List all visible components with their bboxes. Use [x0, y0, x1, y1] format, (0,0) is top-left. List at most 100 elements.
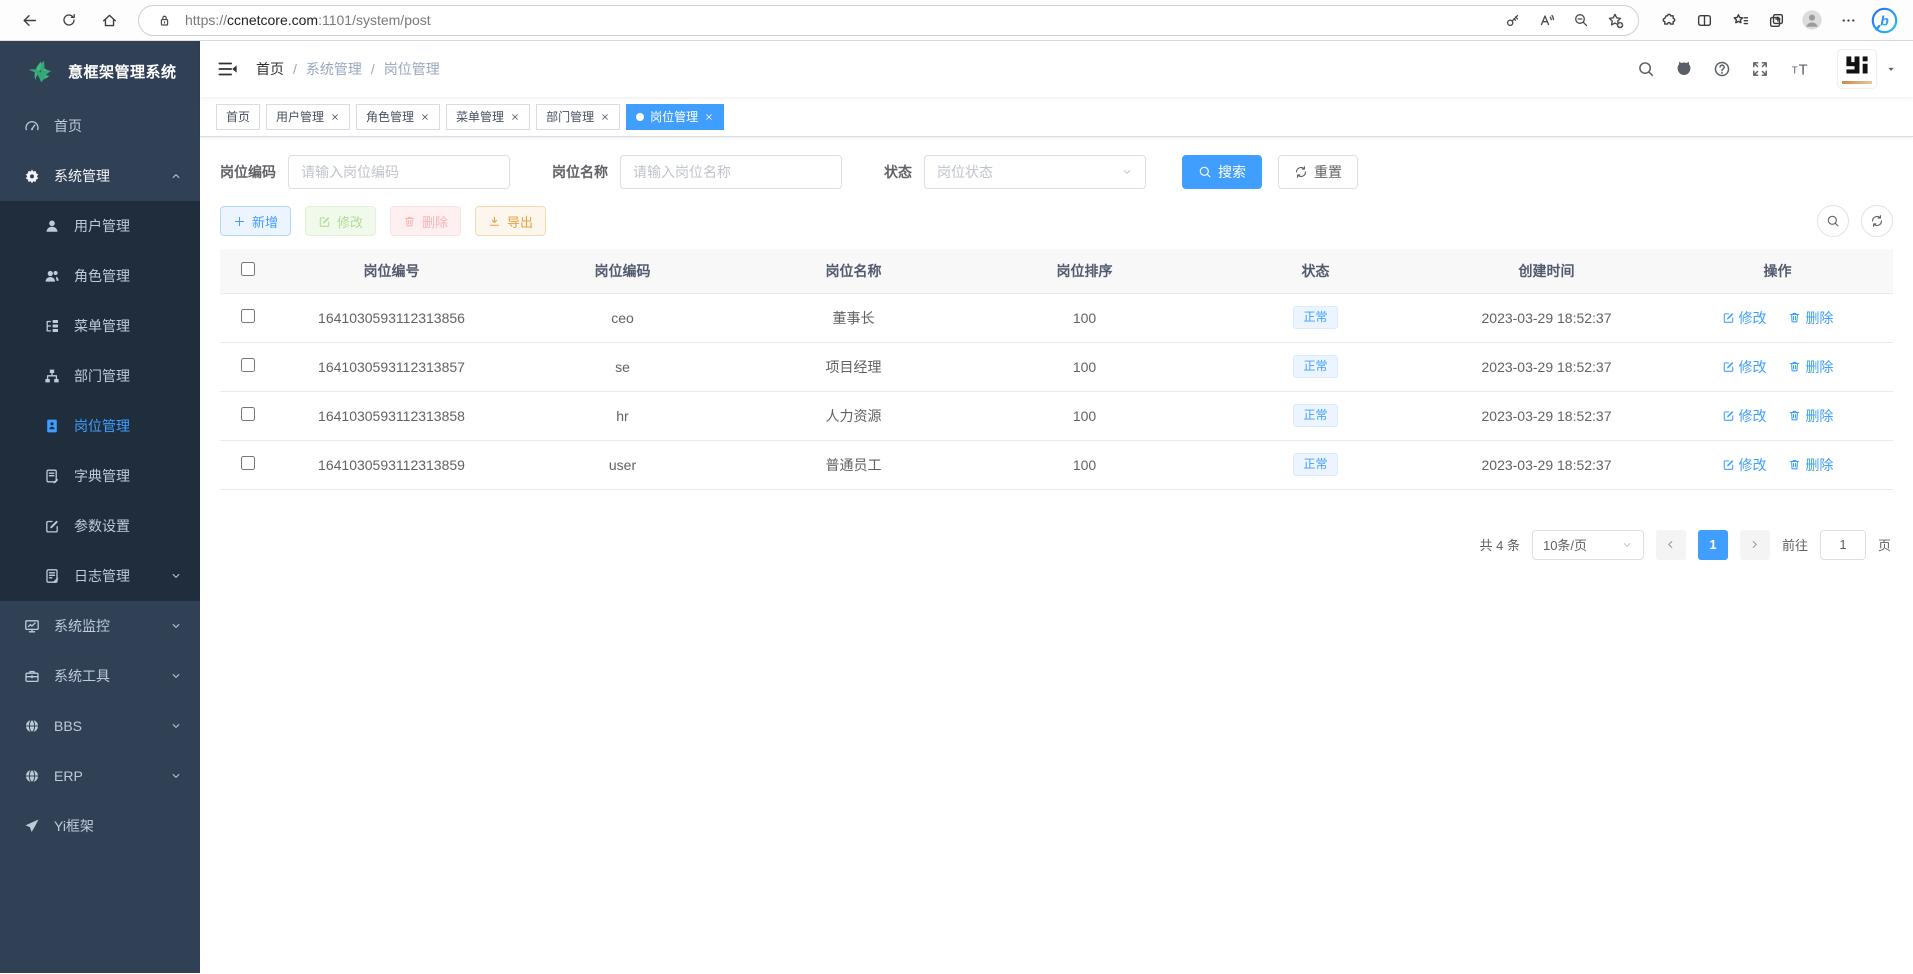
refresh-table-button[interactable] [1861, 205, 1893, 237]
collections-icon[interactable] [1761, 5, 1791, 35]
close-icon[interactable] [600, 112, 610, 122]
sidebar-item-menus[interactable]: 菜单管理 [0, 301, 200, 351]
browser-menu-icon[interactable] [1833, 5, 1863, 35]
sidebar-item-logs[interactable]: 日志管理 [0, 551, 200, 601]
search-form: 岗位编码 岗位名称 状态 岗位状态 搜索 [220, 155, 1893, 189]
extensions-icon[interactable] [1653, 5, 1683, 35]
url-text[interactable]: https://ccnetcore.com:1101/system/post [185, 12, 1492, 28]
fullscreen-icon[interactable] [1751, 60, 1769, 78]
tab-user-mgmt[interactable]: 用户管理 [266, 104, 350, 130]
sidebar-item-system[interactable]: 系统管理 [0, 151, 200, 201]
app-logo[interactable]: 意框架管理系统 [0, 41, 200, 101]
sidebar-item-dict[interactable]: 字典管理 [0, 451, 200, 501]
sidebar-item-home[interactable]: 首页 [0, 101, 200, 151]
breadcrumb-home[interactable]: 首页 [256, 59, 284, 79]
post-name-input[interactable] [620, 155, 842, 189]
add-button[interactable]: 新增 [220, 206, 291, 236]
font-size-icon[interactable] [1789, 60, 1811, 78]
trash-icon [1788, 409, 1801, 422]
next-page-button[interactable] [1740, 530, 1770, 560]
refresh-icon [1294, 165, 1308, 179]
tab-role-mgmt[interactable]: 角色管理 [356, 104, 440, 130]
close-icon[interactable] [510, 112, 520, 122]
row-edit-link[interactable]: 修改 [1722, 406, 1767, 426]
page-size-select[interactable]: 10条/页 [1532, 530, 1644, 560]
sidebar-item-monitor[interactable]: 系统监控 [0, 601, 200, 651]
close-icon[interactable] [330, 112, 340, 122]
row-delete-link[interactable]: 删除 [1788, 455, 1833, 475]
sidebar-item-users[interactable]: 用户管理 [0, 201, 200, 251]
copilot-icon[interactable]: b [1869, 5, 1899, 35]
tab-post-mgmt[interactable]: 岗位管理 [626, 104, 724, 130]
toggle-search-button[interactable] [1817, 205, 1849, 237]
tab-dept-mgmt[interactable]: 部门管理 [536, 104, 620, 130]
chevron-left-icon [1665, 539, 1676, 550]
edit-button-disabled[interactable]: 修改 [305, 206, 376, 236]
help-icon[interactable] [1713, 60, 1731, 78]
sidebar-item-erp[interactable]: ERP [0, 751, 200, 801]
breadcrumb-system: 系统管理 [306, 59, 362, 79]
close-icon[interactable] [704, 112, 714, 122]
sidebar-item-params[interactable]: 参数设置 [0, 501, 200, 551]
address-bar[interactable]: https://ccnetcore.com:1101/system/post [138, 5, 1639, 36]
read-aloud-icon[interactable] [1534, 7, 1560, 33]
reset-button[interactable]: 重置 [1278, 155, 1358, 189]
tab-home[interactable]: 首页 [216, 104, 260, 130]
password-key-icon[interactable] [1500, 7, 1526, 33]
tab-menu-mgmt[interactable]: 菜单管理 [446, 104, 530, 130]
lock-icon[interactable] [151, 7, 177, 33]
post-code-input[interactable] [288, 155, 510, 189]
row-checkbox[interactable] [241, 309, 255, 323]
close-icon[interactable] [420, 112, 430, 122]
monitor-icon [24, 618, 40, 634]
chevron-right-icon [1749, 539, 1760, 550]
row-edit-link[interactable]: 修改 [1722, 455, 1767, 475]
user-avatar-menu[interactable] [1837, 49, 1897, 89]
sidebar-item-posts[interactable]: 岗位管理 [0, 401, 200, 451]
sidebar-toggle-icon[interactable] [216, 58, 238, 80]
split-screen-icon[interactable] [1689, 5, 1719, 35]
table-row[interactable]: 1641030593112313858 hr 人力资源 100 正常 2023-… [220, 391, 1893, 440]
zoom-out-icon[interactable] [1568, 7, 1594, 33]
browser-back-button[interactable] [14, 5, 44, 35]
prev-page-button[interactable] [1656, 530, 1686, 560]
page-number-current[interactable]: 1 [1698, 530, 1728, 560]
status-select[interactable]: 岗位状态 [924, 155, 1146, 189]
dict-book-icon [44, 468, 60, 484]
menu-list-icon [44, 318, 60, 334]
table-row[interactable]: 1641030593112313856 ceo 董事长 100 正常 2023-… [220, 293, 1893, 342]
export-button[interactable]: 导出 [475, 206, 546, 236]
table-row[interactable]: 1641030593112313857 se 项目经理 100 正常 2023-… [220, 342, 1893, 391]
sidebar-item-departments[interactable]: 部门管理 [0, 351, 200, 401]
delete-button-disabled[interactable]: 删除 [390, 206, 461, 236]
col-actions: 操作 [1662, 249, 1893, 293]
table-row[interactable]: 1641030593112313859 user 普通员工 100 正常 202… [220, 440, 1893, 489]
globe-icon [24, 768, 40, 784]
row-checkbox[interactable] [241, 407, 255, 421]
row-checkbox[interactable] [241, 456, 255, 470]
browser-home-button[interactable] [94, 5, 124, 35]
plus-icon [233, 215, 246, 228]
sidebar-item-roles[interactable]: 角色管理 [0, 251, 200, 301]
header-search-icon[interactable] [1637, 60, 1655, 78]
github-icon[interactable] [1675, 60, 1693, 78]
row-checkbox[interactable] [241, 358, 255, 372]
browser-refresh-button[interactable] [54, 5, 84, 35]
row-edit-link[interactable]: 修改 [1722, 308, 1767, 328]
select-all-checkbox[interactable] [241, 262, 255, 276]
sidebar-item-yi-framework[interactable]: Yi框架 [0, 801, 200, 851]
sidebar-item-bbs[interactable]: BBS [0, 701, 200, 751]
row-delete-link[interactable]: 删除 [1788, 357, 1833, 377]
favorites-bar-icon[interactable] [1725, 5, 1755, 35]
browser-profile-avatar[interactable] [1797, 5, 1827, 35]
trash-icon [403, 215, 416, 228]
sidebar-item-tools[interactable]: 系统工具 [0, 651, 200, 701]
post-code-label: 岗位编码 [220, 162, 276, 182]
favorite-star-icon[interactable] [1602, 7, 1628, 33]
goto-page-input[interactable] [1820, 530, 1866, 560]
row-edit-link[interactable]: 修改 [1722, 357, 1767, 377]
edit-icon [1722, 458, 1735, 471]
row-delete-link[interactable]: 删除 [1788, 308, 1833, 328]
row-delete-link[interactable]: 删除 [1788, 406, 1833, 426]
search-button[interactable]: 搜索 [1182, 155, 1262, 189]
